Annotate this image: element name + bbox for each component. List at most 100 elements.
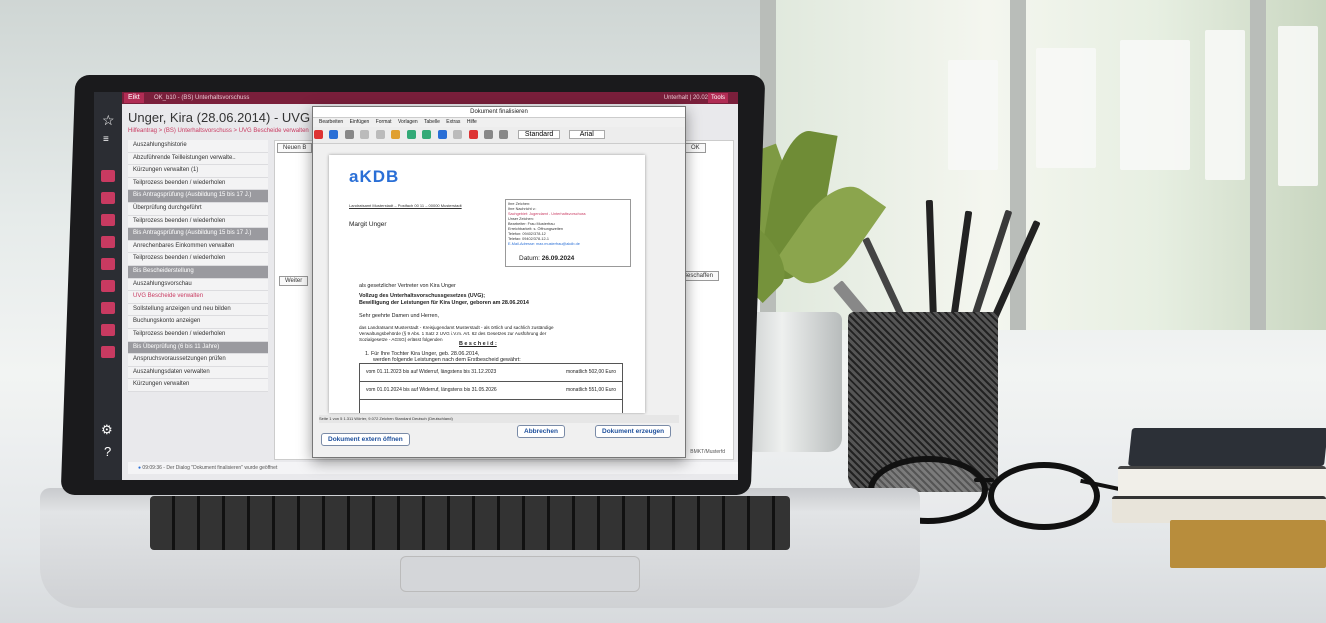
sidebar-item[interactable]: Teilprozess beenden / wiederholen — [128, 215, 268, 229]
sidebar-item[interactable]: Auszahlungsdaten verwalten — [128, 366, 268, 380]
new-button[interactable]: Neuen B — [277, 143, 313, 153]
window-pane — [948, 60, 998, 170]
sidebar-item[interactable]: Abzuführende Teilleistungen verwalte.. — [128, 152, 268, 166]
undo-icon[interactable] — [406, 130, 416, 139]
sidebar-item-active[interactable]: UVG Bescheide verwalten — [128, 291, 268, 304]
menu-vorlagen[interactable]: Vorlagen — [398, 119, 418, 125]
star-icon[interactable]: ☆ — [102, 112, 115, 129]
print-icon[interactable] — [344, 130, 354, 139]
compass-icon[interactable] — [101, 324, 115, 336]
window-frame — [1250, 0, 1266, 330]
find-icon[interactable] — [437, 130, 447, 139]
status-bar: ● 09:09:36 - Der Dialog "Dokument finali… — [128, 462, 738, 474]
sidebar-item[interactable]: Überprüfung durchgeführt — [128, 202, 268, 216]
dialog-menubar: Bearbeiten Einfügen Format Vorlagen Tabe… — [313, 118, 685, 127]
redo-icon[interactable] — [422, 130, 432, 139]
finalize-dialog: Dokument finalisieren Bearbeiten Einfüge… — [312, 106, 686, 458]
app-tab-crumb[interactable]: OK_b10 - (BS) Unterhaltsvorschuss — [154, 93, 249, 103]
app-header-bar: Eikt OK_b10 - (BS) Unterhaltsvorschuss U… — [94, 92, 738, 104]
sidebar-item[interactable]: Kürzungen verwalten (1) — [128, 165, 268, 178]
pin-icon[interactable] — [101, 214, 115, 226]
info-icon: ● — [138, 465, 142, 471]
tools-button[interactable]: Tools — [707, 93, 728, 103]
process-sidebar: Auszahlungshistorie Abzuführende Teillei… — [128, 140, 268, 460]
cut-icon[interactable] — [360, 130, 370, 139]
dialog-title: Dokument finalisieren — [313, 107, 685, 118]
laptop-keyboard — [150, 496, 790, 550]
special-char-icon[interactable] — [499, 130, 509, 139]
cancel-button[interactable]: Abbrechen — [517, 425, 565, 438]
window-pane — [1036, 48, 1096, 168]
sidebar-group[interactable]: Bis Bescheiderstellung — [128, 265, 268, 279]
sidebar-item[interactable]: Anrechenbares Einkommen verwalten — [128, 240, 268, 254]
copy-icon[interactable] — [375, 130, 385, 139]
folder-icon[interactable] — [101, 192, 115, 204]
ok-button[interactable]: OK — [685, 143, 706, 153]
page-title: Unger, Kira (28.06.2014) - UVG — [128, 110, 311, 125]
sidebar-group[interactable]: Bis Antragsprüfung (Ausbildung 15 bis 17… — [128, 190, 268, 203]
paste-icon[interactable] — [391, 130, 401, 139]
table-row: vom 01.11.2023 bis auf Widerruf, längste… — [360, 364, 622, 382]
building-icon[interactable] — [101, 280, 115, 292]
person-icon[interactable] — [101, 170, 115, 182]
menu-hilfe[interactable]: Hilfe — [467, 119, 477, 125]
menu-icon[interactable]: ≡ — [103, 134, 109, 145]
mail-icon[interactable] — [101, 302, 115, 314]
sidebar-item[interactable]: Teilprozess beenden / wiederholen — [128, 253, 268, 266]
sidebar-item[interactable]: Kürzungen verwalten — [128, 379, 268, 392]
status-message: 09:09:36 - Der Dialog "Dokument finalisi… — [142, 465, 278, 471]
sidebar-item[interactable]: Auszahlungsvorschau — [128, 278, 268, 292]
sidebar-item[interactable]: Teilprozess beenden / wiederholen — [128, 177, 268, 191]
style-select[interactable]: Standard — [517, 130, 561, 139]
sidebar-item[interactable]: Sollstellung anzeigen und neu bilden — [128, 303, 268, 317]
textbox-icon[interactable] — [483, 130, 493, 139]
subject-line-2: Bewilligung der Leistungen für Kira Unge… — [359, 300, 529, 306]
date-label: Datum: — [519, 255, 540, 262]
menu-tabelle[interactable]: Tabelle — [424, 119, 440, 125]
footer-user: BMKT/Musterfd — [690, 449, 725, 455]
editor-status-bar: Seite 1 von 5 1.311 Wörter, 9.072 Zeiche… — [319, 415, 679, 423]
left-rail: ☆ ≡ ⚙ ? — [94, 92, 122, 480]
pdf-icon[interactable] — [314, 130, 323, 139]
open-external-button[interactable]: Dokument extern öffnen — [321, 433, 410, 446]
dialog-toolbar: Standard Arial — [313, 127, 685, 144]
body-line-1: das Landratsamt Musterstadt - Kreisjugen… — [359, 325, 554, 330]
salutation: Sehr geehrte Damen und Herren, — [359, 313, 440, 319]
window-pane — [1278, 26, 1318, 186]
save-icon[interactable] — [329, 130, 339, 139]
benefit-table: vom 01.11.2023 bis auf Widerruf, längste… — [359, 363, 623, 413]
laptop-trackpad — [400, 556, 640, 592]
photo-scene: Eikt OK_b10 - (BS) Unterhaltsvorschuss U… — [0, 0, 1326, 623]
font-select[interactable]: Arial — [568, 130, 605, 139]
weiter-button[interactable]: Weiter — [279, 276, 309, 286]
spellcheck-icon[interactable] — [453, 130, 463, 139]
menu-einfuegen[interactable]: Einfügen — [350, 119, 370, 125]
app-tab-badge[interactable]: Eikt — [124, 93, 144, 103]
phone-icon[interactable] — [101, 236, 115, 248]
sidebar-item[interactable]: Anspruchsvoraussetzungen prüfen — [128, 354, 268, 367]
bescheid-heading: B e s c h e i d : — [459, 341, 497, 347]
sidebar-item[interactable]: Auszahlungshistorie — [128, 140, 268, 153]
table-icon[interactable] — [468, 130, 478, 139]
app-header-info: Unterhalt | 20.02 — [663, 95, 708, 101]
intro-line: als gesetzlicher Vertreter von Kira Unge… — [359, 283, 456, 289]
recipient-name: Margit Unger — [349, 221, 387, 228]
window-pane — [1205, 30, 1245, 180]
document-page[interactable]: aKDB Landratsamt Musterstadt – Postfach … — [329, 155, 645, 413]
body-line-3: Sozialgesetze - AGSG) erlässt folgenden — [359, 337, 443, 342]
breadcrumb[interactable]: Hilfeantrag > (BS) Unterhaltsvorschuss >… — [128, 128, 309, 134]
user-edit-icon[interactable] — [101, 346, 115, 358]
sidebar-item[interactable]: Buchungskonto anzeigen — [128, 316, 268, 329]
create-document-button[interactable]: Dokument erzeugen — [595, 425, 672, 438]
laptop-screen: Eikt OK_b10 - (BS) Unterhaltsvorschuss U… — [94, 92, 738, 480]
menu-extras[interactable]: Extras — [446, 119, 460, 125]
window-pane — [1120, 40, 1190, 170]
sidebar-item[interactable]: Teilprozess beenden / wiederholen — [128, 328, 268, 342]
users-icon[interactable] — [101, 258, 115, 270]
sidebar-group[interactable]: Bis Überprüfung (6 bis 11 Jahre) — [128, 341, 268, 355]
sidebar-group[interactable]: Bis Antragsprüfung (Ausbildung 15 bis 17… — [128, 228, 268, 241]
settings-icon[interactable]: ⚙ — [101, 422, 113, 438]
menu-bearbeiten[interactable]: Bearbeiten — [319, 119, 343, 125]
help-icon[interactable]: ? — [104, 444, 111, 459]
menu-format[interactable]: Format — [376, 119, 392, 125]
